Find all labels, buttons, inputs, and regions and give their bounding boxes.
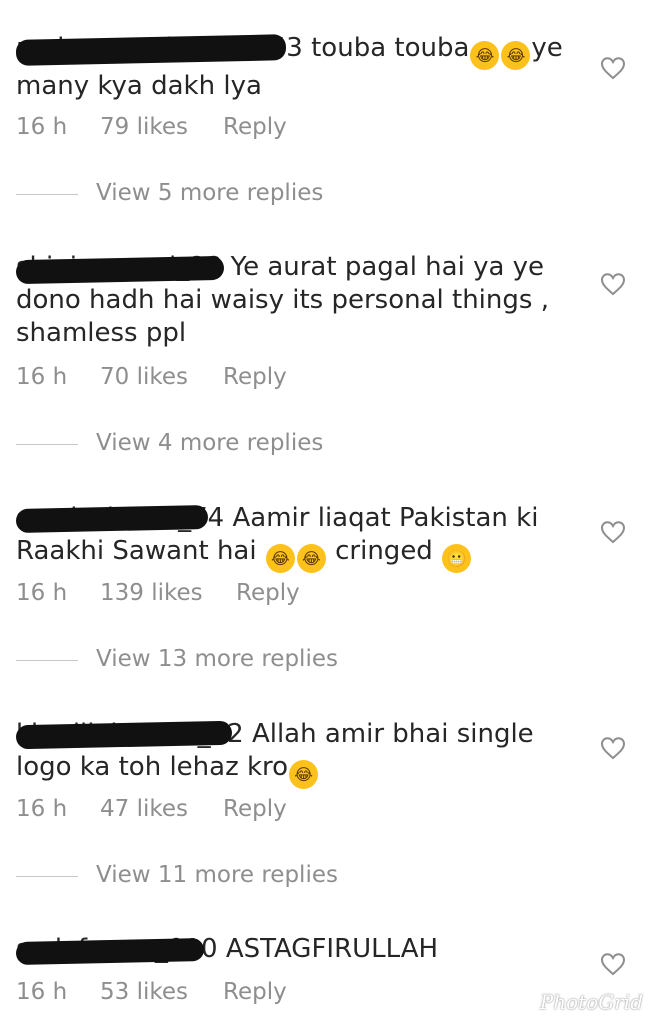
redaction-bar bbox=[15, 504, 209, 534]
redaction-bar bbox=[15, 720, 233, 750]
likes-count[interactable]: 53 likes bbox=[100, 979, 188, 1005]
photogrid-watermark: PhotoGrid bbox=[539, 990, 643, 1014]
comment-text-block: shiningpearl_23 Ye aurat pagal hai ya ye… bbox=[15, 251, 586, 350]
comment-text-block: syedasheikh_74 Aamir liaqat Pakistan ki … bbox=[15, 502, 586, 573]
comment: shiningpearl_23 Ye aurat pagal hai ya ye… bbox=[15, 251, 586, 350]
comment-time: 16 h bbox=[16, 114, 68, 140]
view-more-label: View 11 more replies bbox=[96, 862, 338, 888]
view-more-replies[interactable]: View 11 more replies bbox=[16, 862, 416, 892]
comment-body: touba touba bbox=[311, 33, 470, 63]
comment-text-block: mohammadzubair353 touba touba😂😂ye many k… bbox=[15, 32, 586, 103]
view-more-replies[interactable]: View 13 more replies bbox=[16, 646, 416, 676]
comment-time: 16 h bbox=[16, 796, 68, 822]
comment: mohammadzubair353 touba touba😂😂ye many k… bbox=[15, 32, 586, 103]
comment: syedasheikh_74 Aamir liaqat Pakistan ki … bbox=[15, 502, 586, 573]
reply-button[interactable]: Reply bbox=[223, 114, 287, 140]
divider-line bbox=[16, 444, 78, 445]
heart-icon[interactable] bbox=[600, 736, 626, 760]
redaction-bar bbox=[15, 938, 205, 965]
comment-body-continued: cringed bbox=[335, 536, 433, 566]
comment-time: 16 h bbox=[16, 364, 68, 390]
reply-button[interactable]: Reply bbox=[223, 364, 287, 390]
likes-count[interactable]: 70 likes bbox=[100, 364, 188, 390]
view-more-label: View 5 more replies bbox=[96, 180, 324, 206]
comment-username[interactable]: syedasheikh_74 bbox=[15, 503, 224, 534]
comment-text-block: sadafomar_010 ASTAGFIRULLAH bbox=[15, 933, 586, 966]
likes-count[interactable]: 139 likes bbox=[100, 580, 203, 606]
reply-button[interactable]: Reply bbox=[223, 979, 287, 1005]
comment-username[interactable]: sadafomar_010 bbox=[15, 934, 218, 965]
divider-line bbox=[16, 660, 78, 661]
comment-time: 16 h bbox=[16, 580, 68, 606]
heart-icon[interactable] bbox=[600, 56, 626, 80]
view-more-replies[interactable]: View 4 more replies bbox=[16, 430, 416, 460]
joy-emoji-icon: 😂 bbox=[501, 41, 531, 70]
comment-username[interactable]: shiningpearl_23 bbox=[15, 252, 225, 285]
joy-emoji-icon: 😂 bbox=[265, 544, 295, 573]
view-more-replies[interactable]: View 5 more replies bbox=[16, 180, 416, 210]
comment-body: ASTAGFIRULLAH bbox=[225, 934, 439, 964]
reply-button[interactable]: Reply bbox=[223, 796, 287, 822]
likes-count[interactable]: 47 likes bbox=[100, 796, 188, 822]
comment-time: 16 h bbox=[16, 979, 68, 1005]
joy-emoji-icon: 😂 bbox=[470, 41, 500, 70]
likes-count[interactable]: 79 likes bbox=[100, 114, 188, 140]
joy-emoji-icon: 😂 bbox=[289, 760, 319, 789]
comment: khadijahmalik_12 Allah amir bhai single … bbox=[15, 718, 586, 789]
reply-button[interactable]: Reply bbox=[236, 580, 300, 606]
divider-line bbox=[16, 876, 78, 877]
joy-emoji-icon: 😂 bbox=[296, 544, 326, 573]
divider-line bbox=[16, 194, 78, 195]
grimacing-emoji-icon: 😬 bbox=[442, 544, 472, 573]
comment-username[interactable]: khadijahmalik_12 bbox=[15, 719, 244, 750]
comment-username[interactable]: mohammadzubair353 bbox=[15, 33, 303, 66]
redaction-bar bbox=[15, 255, 225, 285]
view-more-label: View 4 more replies bbox=[96, 430, 324, 456]
heart-icon[interactable] bbox=[600, 272, 626, 296]
comment-text-block: khadijahmalik_12 Allah amir bhai single … bbox=[15, 718, 586, 789]
view-more-label: View 13 more replies bbox=[96, 646, 338, 672]
comment: sadafomar_010 ASTAGFIRULLAH bbox=[15, 933, 586, 966]
heart-icon[interactable] bbox=[600, 520, 626, 544]
heart-icon[interactable] bbox=[600, 952, 626, 976]
